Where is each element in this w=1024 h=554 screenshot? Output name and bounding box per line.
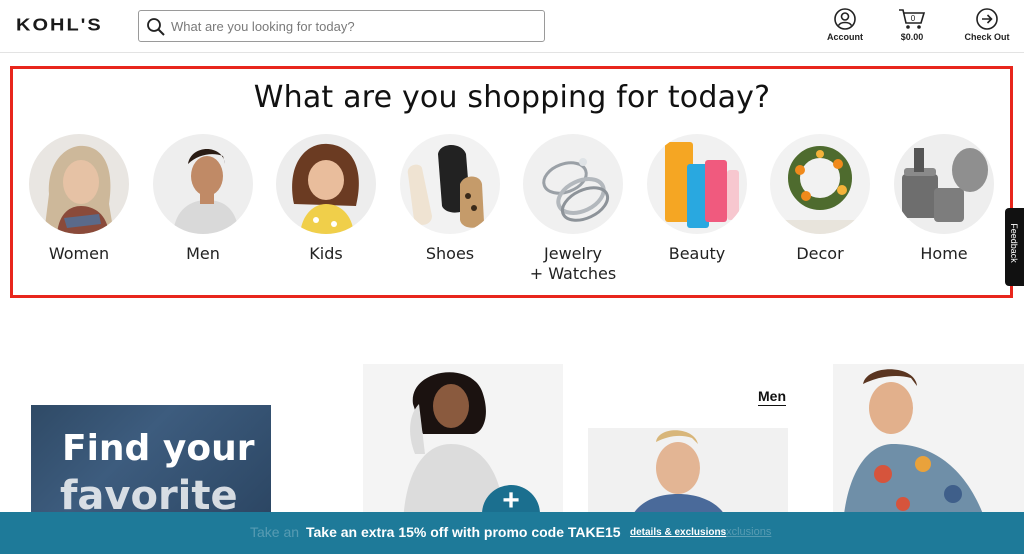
promo-bar-ghost-link: exclusions	[720, 526, 772, 538]
account-button[interactable]: Account	[820, 8, 870, 48]
promo-denim-line1: Find your	[62, 428, 255, 469]
men-image	[153, 134, 253, 234]
plus-icon: +	[502, 484, 520, 517]
category-decor[interactable]: Decor	[760, 134, 880, 264]
kids-image	[276, 134, 376, 234]
category-kids[interactable]: Kids	[266, 134, 386, 264]
women-image	[29, 134, 129, 234]
category-shoes[interactable]: Shoes	[390, 134, 510, 264]
feedback-label: Feedback	[1009, 223, 1019, 263]
account-icon	[834, 8, 856, 30]
category-label: Beauty	[668, 244, 726, 263]
search-bar[interactable]	[138, 10, 545, 42]
site-header: KOHL'S Account 0 $0.00 Check Out	[0, 0, 1024, 53]
category-jewelry-watches[interactable]: Jewelry + Watches	[513, 134, 633, 284]
search-input[interactable]	[171, 13, 531, 39]
category-label: Decor	[796, 244, 844, 263]
search-icon	[147, 18, 165, 36]
cart-count: 0	[910, 14, 916, 23]
cart-total: $0.00	[900, 32, 924, 42]
men-link[interactable]: Men	[758, 388, 786, 406]
cart-button[interactable]: 0 $0.00	[888, 8, 936, 48]
category-label: Kids	[309, 244, 343, 263]
category-home[interactable]: Home	[884, 134, 1004, 264]
arrow-right-circle-icon	[976, 8, 998, 30]
category-women[interactable]: Women	[19, 134, 139, 264]
feedback-tab[interactable]: Feedback	[1005, 208, 1024, 286]
category-label: Home	[920, 244, 968, 263]
category-label: Men	[186, 244, 220, 263]
checkout-label: Check Out	[964, 32, 1010, 42]
jewelry-image	[523, 134, 623, 234]
beauty-image	[647, 134, 747, 234]
kohls-logo[interactable]: KOHL'S	[16, 15, 103, 36]
home-image	[894, 134, 994, 234]
checkout-button[interactable]: Check Out	[958, 8, 1016, 48]
category-label: Shoes	[425, 244, 475, 263]
promo-kid-image[interactable]	[833, 364, 1024, 524]
promo-bar: Take an Take an extra 15% off with promo…	[0, 512, 1024, 554]
decor-image	[770, 134, 870, 234]
shoes-image	[400, 134, 500, 234]
promo-denim-banner[interactable]: Find your favorite	[31, 405, 271, 525]
category-label: Jewelry + Watches	[529, 244, 617, 283]
category-title: What are you shopping for today?	[253, 80, 771, 115]
details-exclusions-link[interactable]: details & exclusions	[630, 527, 726, 538]
promo-bar-message: Take an extra 15% off with promo code TA…	[306, 524, 621, 540]
account-label: Account	[827, 32, 863, 42]
category-men[interactable]: Men	[143, 134, 263, 264]
promo-bar-ghost-text: Take an	[250, 524, 300, 540]
category-beauty[interactable]: Beauty	[637, 134, 757, 264]
category-label: Women	[48, 244, 110, 263]
